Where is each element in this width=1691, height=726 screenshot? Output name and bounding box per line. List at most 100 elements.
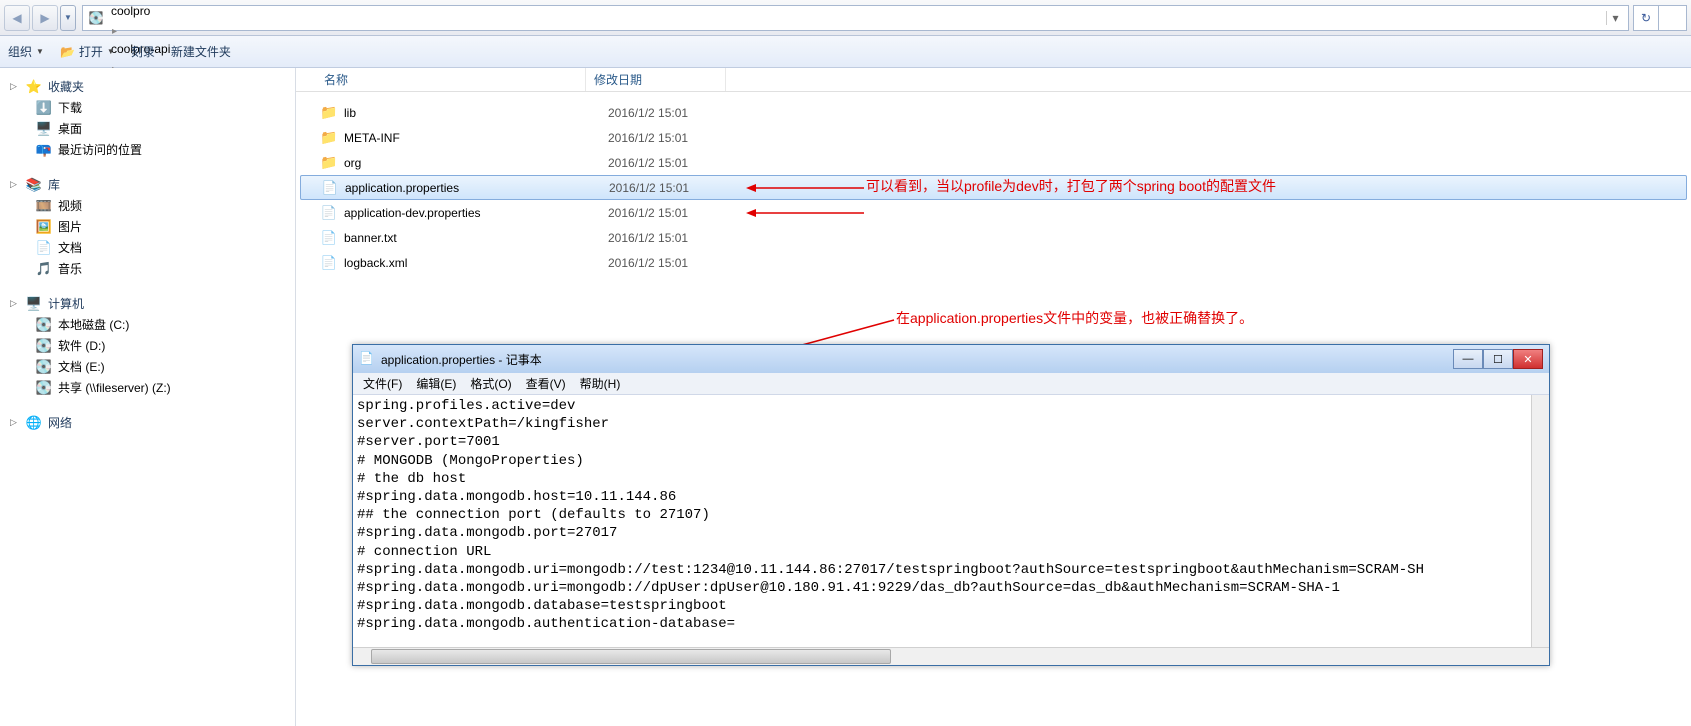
menu-view[interactable]: 查看(V) <box>520 373 572 394</box>
sidebar-drive-item[interactable]: 💽 共享 (\\fileserver) (Z:) <box>0 377 295 398</box>
network-icon: 🌐 <box>26 415 42 431</box>
sidebar-favorite-item[interactable]: 🖥️桌面 <box>0 118 295 139</box>
sidebar-item-label: 桌面 <box>58 120 82 137</box>
favorites-header[interactable]: ▷⭐收藏夹 <box>0 76 295 97</box>
menu-file[interactable]: 文件(F) <box>357 373 408 394</box>
annotation-text: 可以看到，当以profile为dev时，打包了两个spring boot的配置文… <box>866 176 1276 196</box>
sidebar-item-icon: 🖼️ <box>36 219 52 235</box>
column-date[interactable]: 修改日期 <box>586 68 726 91</box>
close-button[interactable]: ✕ <box>1513 349 1543 369</box>
back-button[interactable]: ◀ <box>4 5 30 31</box>
file-row[interactable]: banner.txt2016/1/2 15:01 <box>296 225 1691 250</box>
sidebar-item-label: 最近访问的位置 <box>58 141 142 158</box>
minimize-button[interactable]: — <box>1453 349 1483 369</box>
column-headers: 名称 修改日期 <box>296 68 1691 92</box>
notepad-titlebar[interactable]: 📄 application.properties - 记事本 — ☐ ✕ <box>353 345 1549 373</box>
sidebar-item-icon: 🎞️ <box>36 198 52 214</box>
sidebar-item-label: 本地磁盘 (C:) <box>58 316 129 333</box>
folder-icon <box>320 154 338 172</box>
sidebar-item-label: 文档 <box>58 239 82 256</box>
sidebar-item-icon: 💽 <box>36 338 52 354</box>
file-date: 2016/1/2 15:01 <box>608 256 688 270</box>
sidebar-library-item[interactable]: 📄 文档 <box>0 237 295 258</box>
open-menu[interactable]: 📂 打开 ▼ <box>60 43 115 60</box>
open-icon: 📂 <box>60 45 75 59</box>
file-name: logback.xml <box>344 256 608 270</box>
breadcrumb-segment[interactable]: coolpro <box>109 0 302 23</box>
new-folder-button[interactable]: 新建文件夹 <box>171 43 231 60</box>
sidebar-favorite-item[interactable]: ⬇️ 下载 <box>0 97 295 118</box>
file-date: 2016/1/2 15:01 <box>609 181 689 195</box>
chevron-right-icon: ▸ <box>109 26 120 37</box>
file-name: org <box>344 156 608 170</box>
search-box[interactable] <box>1659 5 1687 31</box>
sidebar-library-item[interactable]: 🎵 音乐 <box>0 258 295 279</box>
sidebar-item-icon: 📪 <box>36 142 52 158</box>
notepad-textarea[interactable]: spring.profiles.active=dev server.contex… <box>353 395 1549 647</box>
notepad-title: application.properties - 记事本 <box>381 351 1453 368</box>
file-row[interactable]: META-INF2016/1/2 15:01 <box>296 125 1691 150</box>
sidebar-item-label: 视频 <box>58 197 82 214</box>
annotation-text: 在application.properties文件中的变量，也被正确替换了。 <box>896 308 1253 328</box>
notepad-window: 📄 application.properties - 记事本 — ☐ ✕ 文件(… <box>352 344 1550 666</box>
sidebar-item-label: 音乐 <box>58 260 82 277</box>
sidebar-item-icon: 🎵 <box>36 261 52 277</box>
maximize-button[interactable]: ☐ <box>1483 349 1513 369</box>
scrollbar-vertical[interactable] <box>1531 395 1549 647</box>
notepad-icon: 📄 <box>359 351 375 367</box>
menu-edit[interactable]: 编辑(E) <box>410 373 462 394</box>
file-date: 2016/1/2 15:01 <box>608 156 688 170</box>
sidebar-drive-item[interactable]: 💽 文档 (E:) <box>0 356 295 377</box>
file-row[interactable]: org2016/1/2 15:01 <box>296 150 1691 175</box>
network-header[interactable]: ▷🌐网络 <box>0 412 295 433</box>
file-name: META-INF <box>344 131 608 145</box>
burn-button[interactable]: 刻录 <box>131 43 155 60</box>
sidebar-favorite-item[interactable]: 📪 最近访问的位置 <box>0 139 295 160</box>
sidebar-library-item[interactable]: 🖼️ 图片 <box>0 216 295 237</box>
file-date: 2016/1/2 15:01 <box>608 231 688 245</box>
folder-icon <box>320 104 338 122</box>
column-name[interactable]: 名称 <box>296 68 586 91</box>
file-row[interactable]: lib2016/1/2 15:01 <box>296 100 1691 125</box>
file-date: 2016/1/2 15:01 <box>608 206 688 220</box>
sidebar-item-icon: ⬇️ <box>36 100 52 116</box>
breadcrumb-bar[interactable]: 💽 计算机▸软件 (D:)▸eclipseworkspaceForblog▸co… <box>82 5 1629 31</box>
library-icon: 📚 <box>26 177 42 193</box>
file-name: application-dev.properties <box>344 206 608 220</box>
file-name: application.properties <box>345 181 609 195</box>
file-name: banner.txt <box>344 231 608 245</box>
file-row[interactable]: logback.xml2016/1/2 15:01 <box>296 250 1691 275</box>
path-dropdown[interactable]: ▾ <box>1606 11 1624 25</box>
computer-icon: 🖥️ <box>26 296 42 312</box>
forward-button[interactable]: ▶ <box>32 5 58 31</box>
drive-icon: 💽 <box>87 9 105 27</box>
history-dropdown[interactable]: ▼ <box>60 5 76 31</box>
file-icon <box>320 229 338 247</box>
refresh-button[interactable]: ↻ <box>1633 5 1659 31</box>
sidebar-item-icon: 📄 <box>36 240 52 256</box>
sidebar-library-item[interactable]: 🎞️ 视频 <box>0 195 295 216</box>
sidebar-item-label: 图片 <box>58 218 82 235</box>
sidebar-item-icon: 💽 <box>36 380 52 396</box>
sidebar-item-label: 下载 <box>58 99 82 116</box>
file-name: lib <box>344 106 608 120</box>
file-row[interactable]: application-dev.properties2016/1/2 15:01 <box>296 200 1691 225</box>
menu-format[interactable]: 格式(O) <box>464 373 517 394</box>
sidebar-drive-item[interactable]: 💽本地磁盘 (C:) <box>0 314 295 335</box>
notepad-menubar: 文件(F) 编辑(E) 格式(O) 查看(V) 帮助(H) <box>353 373 1549 395</box>
sidebar-item-label: 软件 (D:) <box>58 337 105 354</box>
sidebar-drive-item[interactable]: 💽 软件 (D:) <box>0 335 295 356</box>
file-date: 2016/1/2 15:01 <box>608 131 688 145</box>
menu-help[interactable]: 帮助(H) <box>574 373 627 394</box>
sidebar-item-icon: 💽 <box>36 359 52 375</box>
file-date: 2016/1/2 15:01 <box>608 106 688 120</box>
sidebar-item-label: 共享 (\\fileserver) (Z:) <box>58 379 171 396</box>
folder-icon <box>320 129 338 147</box>
sidebar-item-label: 文档 (E:) <box>58 358 105 375</box>
organize-menu[interactable]: 组织 ▼ <box>8 43 44 60</box>
address-bar: ◀ ▶ ▼ 💽 计算机▸软件 (D:)▸eclipseworkspaceForb… <box>0 0 1691 36</box>
computer-header[interactable]: ▷🖥️计算机 <box>0 293 295 314</box>
libraries-header[interactable]: ▷📚库 <box>0 174 295 195</box>
star-icon: ⭐ <box>26 79 42 95</box>
scrollbar-horizontal[interactable] <box>353 647 1549 665</box>
